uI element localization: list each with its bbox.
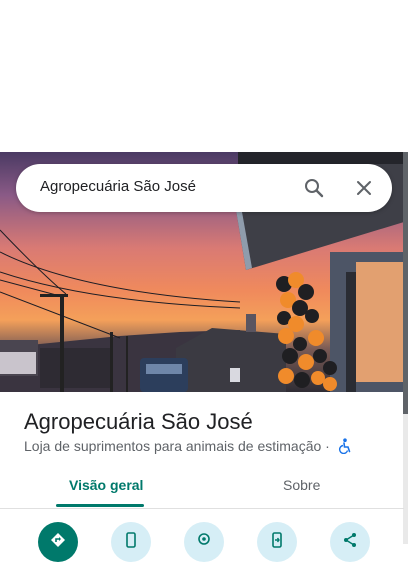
save-location-icon <box>198 533 210 545</box>
share-button[interactable] <box>330 522 370 562</box>
tab-bar: Visão geral Sobre <box>0 470 404 509</box>
tab-about[interactable]: Sobre <box>283 477 320 493</box>
place-category[interactable]: Loja de suprimentos para animais de esti… <box>24 438 321 454</box>
directions-button[interactable] <box>38 522 78 562</box>
scrollbar-thumb[interactable] <box>403 152 408 414</box>
directions-icon <box>51 533 65 547</box>
search-query[interactable]: Agropecuária São José <box>40 178 196 195</box>
tab-selected-indicator <box>56 504 144 507</box>
send-to-phone-button[interactable] <box>257 522 297 562</box>
search-bar[interactable]: Agropecuária São José <box>16 164 392 212</box>
separator: · <box>325 438 330 454</box>
save-button[interactable] <box>184 522 224 562</box>
close-icon[interactable] <box>352 176 376 200</box>
place-title: Agropecuária São José <box>24 409 253 434</box>
place-subtitle[interactable]: Loja de suprimentos para animais de esti… <box>24 438 330 454</box>
share-icon <box>344 533 356 547</box>
phone-icon <box>126 532 136 548</box>
call-button[interactable] <box>111 522 151 562</box>
search-icon[interactable] <box>302 176 326 200</box>
tab-overview[interactable]: Visão geral <box>69 477 143 493</box>
wheelchair-accessible-icon <box>338 438 352 455</box>
send-to-phone-icon <box>272 532 282 548</box>
blank-header-area <box>0 0 408 152</box>
